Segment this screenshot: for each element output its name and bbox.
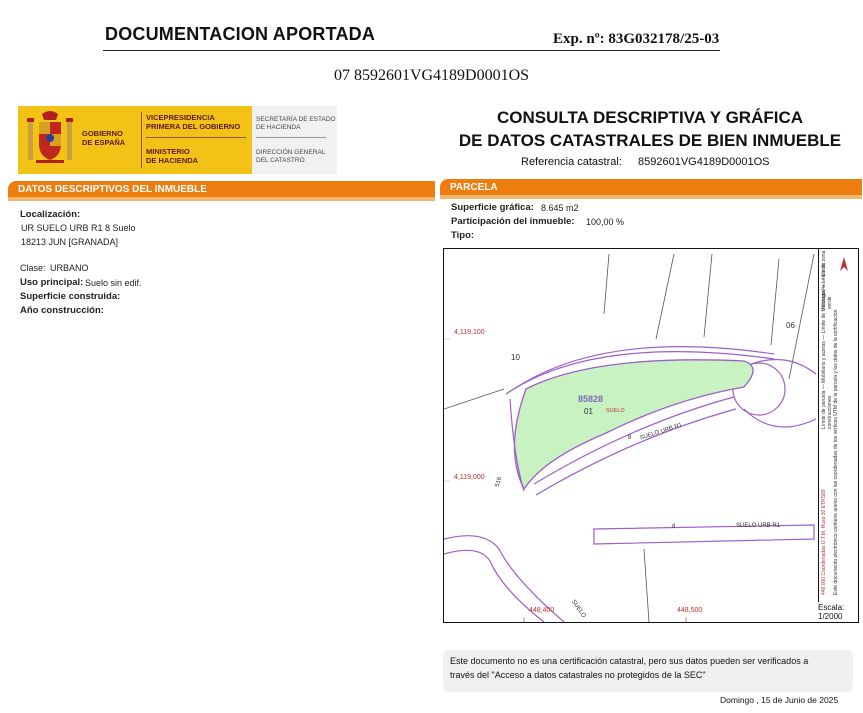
localizacion-label: Localización: (20, 209, 81, 220)
referencia-value: 8592601VG4189D0001OS (638, 156, 770, 168)
logo-divider (141, 112, 142, 168)
superficie-construida-label: Superficie construida: (20, 291, 121, 302)
expediente-number: Exp. nº: 83G032178/25-03 (553, 31, 720, 47)
x-coord-left: 448,400 (529, 607, 555, 614)
parcel-polygon (513, 359, 754, 491)
superficie-grafica-value: 8.645 m2 (541, 203, 579, 213)
header-divider (103, 50, 720, 51)
cadastral-map: 4,119,100 4,119,000 448,400 448,500 8582… (443, 248, 859, 623)
page-title: DOCUMENTACION APORTADA (105, 24, 376, 44)
government-logo: GOBIERNO DE ESPAÑA VICEPRESIDENCIA PRIMERA… (18, 106, 273, 174)
document-date: Domingo , 15 de Junio de 2025 (720, 695, 839, 705)
document-title-line2: DE DATOS CATASTRALES DE BIEN INMUEBLE (458, 131, 842, 150)
neighbor-parcel-10: 10 (511, 353, 520, 362)
localizacion-line2: 18213 JUN [GRANADA] (21, 237, 119, 247)
gobierno-label: GOBIERNO DE ESPAÑA (82, 129, 126, 147)
secretaria-label: SECRETARÍA DE ESTADO DE HACIENDA (256, 116, 336, 131)
disclaimer-line2: través del "Acceso a datos catastrales n… (450, 670, 706, 680)
escala-box: Escala: 1/2000 (818, 603, 844, 621)
vicepresidencia-label: VICEPRESIDENCIA PRIMERA DEL GOBIERNO (146, 113, 241, 131)
neighbor-parcel-06: 06 (786, 321, 795, 330)
legend-right: Hidrografía — Límite zona verde (821, 250, 833, 309)
map-legend: Este documento electrónico contiene anex… (818, 249, 858, 602)
y-coord-bottom: 4,119,000 (454, 474, 485, 481)
street-label-lower: SUELO URB R1 (736, 523, 781, 529)
participacion-value: 100,00 % (586, 217, 625, 227)
north-arrow-icon (840, 257, 848, 271)
disclaimer-note: Este documento no es una certificación c… (443, 650, 853, 692)
clase-value: URBANO (50, 263, 89, 273)
direccion-label: DIRECCIÓN GENERAL DEL CATASTRO (256, 149, 326, 164)
subparcel-use: SUELO (606, 408, 625, 414)
document-title-line1: CONSULTA DESCRIPTIVA Y GRÁFICA (496, 108, 804, 127)
tipo-label: Tipo: (451, 230, 475, 241)
ministerio-label: MINISTERIO DE HACIENDA (146, 147, 199, 165)
participacion-label: Participación del inmueble: (451, 216, 575, 227)
referencia-label: Referencia catastral: (521, 156, 622, 168)
localizacion-line1: UR SUELO URB R1 8 Suelo (21, 223, 136, 233)
parcel-number: 85828 (578, 394, 604, 404)
escala-value: 1/2000 (818, 612, 843, 621)
anio-construccion-label: Año construcción: (20, 305, 104, 316)
parcela-header: PARCELA (440, 179, 862, 195)
street-number-lower: 8 (672, 524, 676, 530)
parcela-underline (440, 195, 862, 199)
legend-scale-note: 448.000 Coordenadas U.T.M. Huso 30 ETRS8… (821, 489, 827, 595)
subparcel-number: 01 (584, 407, 593, 416)
x-coord-right: 448,500 (677, 607, 703, 614)
uso-label: Uso principal: (20, 277, 84, 288)
datos-descriptivos-header: DATOS DESCRIPTIVOS DEL INMUEBLE (8, 181, 435, 197)
logo-inner-divider (146, 137, 246, 138)
coat-of-arms-icon (27, 111, 73, 163)
y-coord-top: 4,119,100 (454, 329, 485, 336)
street-number-upper: 8 (628, 435, 632, 441)
clase-label: Clase: (20, 263, 46, 273)
secretaria-divider (256, 137, 326, 138)
superficie-grafica-label: Superficie gráfica: (451, 202, 534, 213)
secretaria-box: SECRETARÍA DE ESTADO DE HACIENDA DIRECCIÓ… (252, 106, 337, 174)
legend-coords: Este documento electrónico contiene anex… (833, 309, 839, 595)
disclaimer-line1: Este documento no es una certificación c… (450, 656, 809, 666)
escala-label: Escala: (818, 603, 845, 612)
datos-descriptivos-underline (8, 197, 435, 201)
reference-line: 07 8592601VG4189D0001OS (333, 67, 530, 84)
uso-value: Suelo sin edif. (85, 278, 142, 288)
